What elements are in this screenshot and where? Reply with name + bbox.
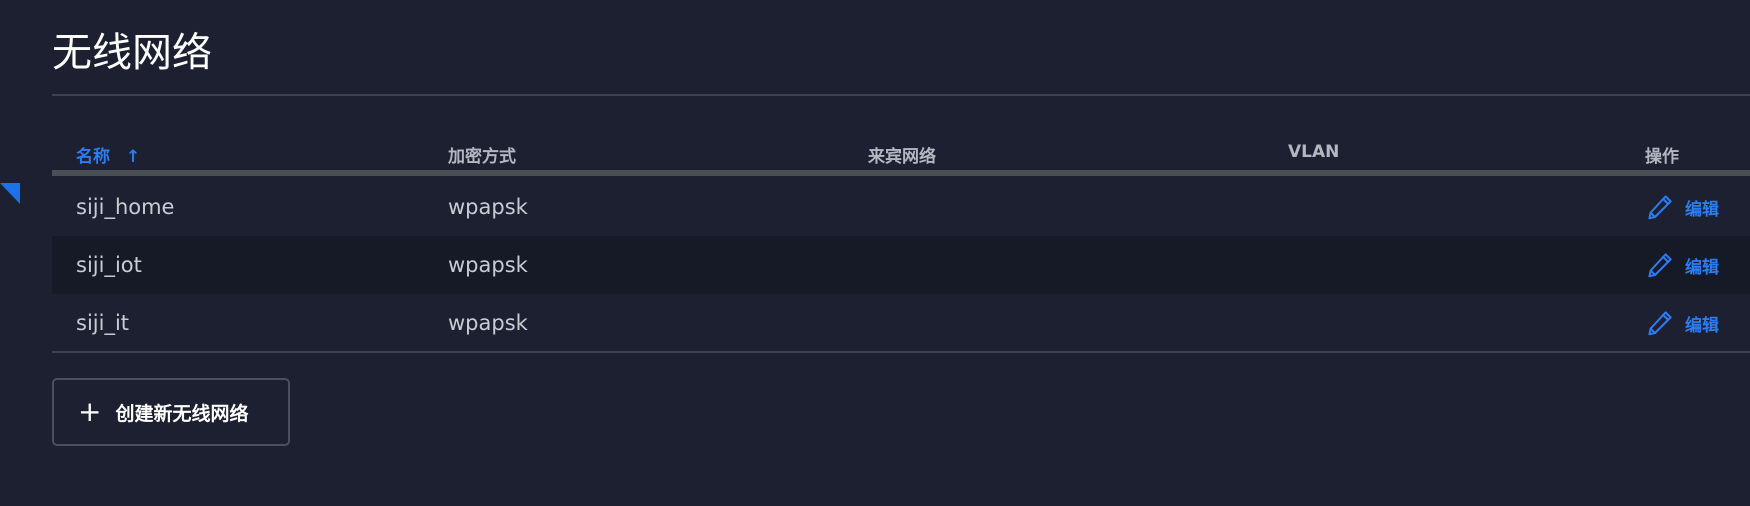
table-header-divider <box>52 170 1750 176</box>
create-button-label: 创建新无线网络 <box>115 402 249 425</box>
table-row[interactable]: siji_home wpapsk 编辑 <box>52 178 1750 236</box>
cell-name: siji_home <box>76 195 175 219</box>
column-header-vlan[interactable]: VLAN <box>1288 142 1339 162</box>
cell-encryption: wpapsk <box>448 311 528 335</box>
cell-encryption: wpapsk <box>448 253 528 277</box>
column-header-encryption[interactable]: 加密方式 <box>448 142 516 167</box>
table-header: 名称 ↑ 加密方式 来宾网络 VLAN 操作 <box>52 132 1750 172</box>
pencil-icon <box>1645 308 1675 338</box>
edit-button[interactable]: 编辑 <box>1645 248 1719 282</box>
edit-button-label: 编辑 <box>1685 199 1719 220</box>
create-wireless-network-button[interactable]: + 创建新无线网络 <box>52 378 290 446</box>
column-header-name[interactable]: 名称 ↑ <box>76 142 140 167</box>
pencil-icon <box>1645 250 1675 280</box>
edit-button-label: 编辑 <box>1685 315 1719 336</box>
pencil-icon <box>1645 192 1675 222</box>
edit-button-label: 编辑 <box>1685 257 1719 278</box>
edit-button[interactable]: 编辑 <box>1645 190 1719 224</box>
column-header-actions: 操作 <box>1645 147 1679 167</box>
page-title: 无线网络 <box>52 30 212 76</box>
title-divider <box>52 94 1750 96</box>
cell-name: siji_it <box>76 311 130 335</box>
table-row[interactable]: siji_iot wpapsk 编辑 <box>52 236 1750 294</box>
selection-marker <box>0 183 20 204</box>
cell-encryption: wpapsk <box>448 195 528 219</box>
plus-icon: + <box>78 395 102 428</box>
column-header-name-label: 名称 <box>76 147 110 167</box>
column-header-guest-network[interactable]: 来宾网络 <box>868 142 936 167</box>
cell-name: siji_iot <box>76 253 142 277</box>
table-bottom-divider <box>52 351 1750 353</box>
sort-ascending-icon: ↑ <box>126 147 141 167</box>
table-row[interactable]: siji_it wpapsk 编辑 <box>52 294 1750 352</box>
edit-button[interactable]: 编辑 <box>1645 306 1719 340</box>
